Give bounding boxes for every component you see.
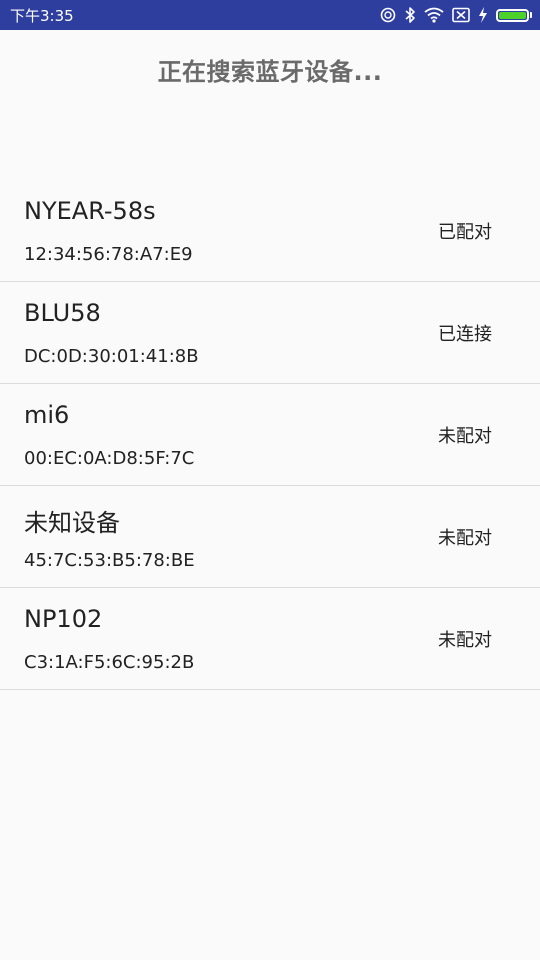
device-name: mi6	[24, 401, 70, 429]
device-mac-address: 45:7C:53:B5:78:BE	[24, 550, 195, 571]
device-row[interactable]: NYEAR-58s 12:34:56:78:A7:E9 已配对	[0, 180, 540, 282]
device-mac-address: C3:1A:F5:6C:95:2B	[24, 652, 195, 673]
device-status: 未配对	[438, 528, 492, 549]
device-status: 已连接	[438, 324, 492, 345]
device-row[interactable]: BLU58 DC:0D:30:01:41:8B 已连接	[0, 282, 540, 384]
device-row[interactable]: 未知设备 45:7C:53:B5:78:BE 未配对	[0, 486, 540, 588]
device-status: 已配对	[438, 222, 492, 243]
charging-icon	[478, 6, 488, 24]
no-sim-icon	[452, 6, 470, 24]
device-status: 未配对	[438, 630, 492, 651]
device-name: BLU58	[24, 299, 101, 327]
device-row[interactable]: mi6 00:EC:0A:D8:5F:7C 未配对	[0, 384, 540, 486]
device-mac-address: 00:EC:0A:D8:5F:7C	[24, 448, 195, 469]
battery-icon	[496, 8, 532, 22]
status-time: 下午3:35	[10, 6, 74, 25]
wifi-icon	[424, 6, 444, 24]
status-bar: 下午3:35	[0, 0, 540, 30]
device-name: NYEAR-58s	[24, 197, 156, 225]
device-list: NYEAR-58s 12:34:56:78:A7:E9 已配对 BLU58 DC:0D:…	[0, 180, 540, 690]
device-mac-address: DC:0D:30:01:41:8B	[24, 346, 199, 367]
bluetooth-icon	[404, 6, 416, 24]
page-title: 正在搜索蓝牙设备...	[157, 58, 383, 86]
device-status: 未配对	[438, 426, 492, 447]
device-name: 未知设备	[24, 509, 120, 537]
device-name: NP102	[24, 605, 103, 633]
status-icons	[380, 6, 532, 24]
device-mac-address: 12:34:56:78:A7:E9	[24, 244, 193, 265]
device-row[interactable]: NP102 C3:1A:F5:6C:95:2B 未配对	[0, 588, 540, 690]
alarm-icon	[380, 6, 396, 24]
